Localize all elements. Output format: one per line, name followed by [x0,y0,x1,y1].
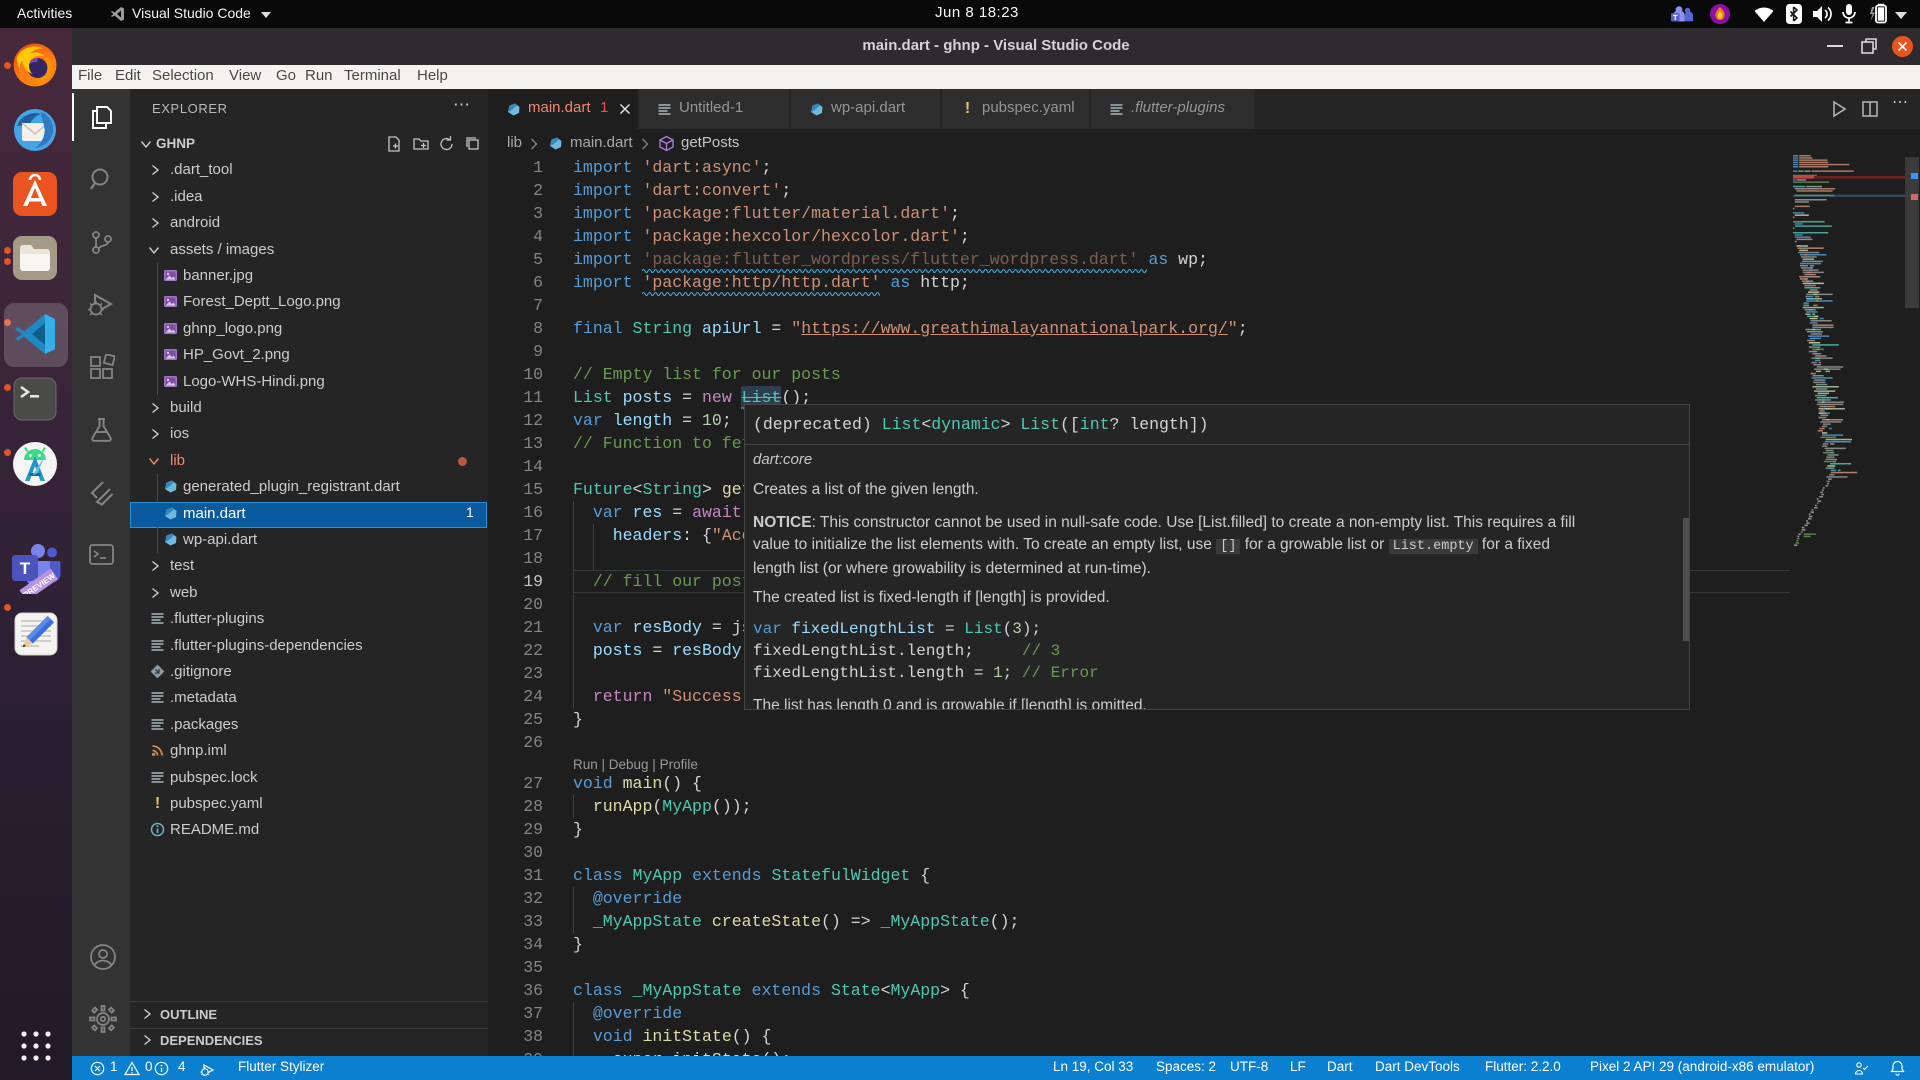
svg-text:T: T [20,559,31,578]
